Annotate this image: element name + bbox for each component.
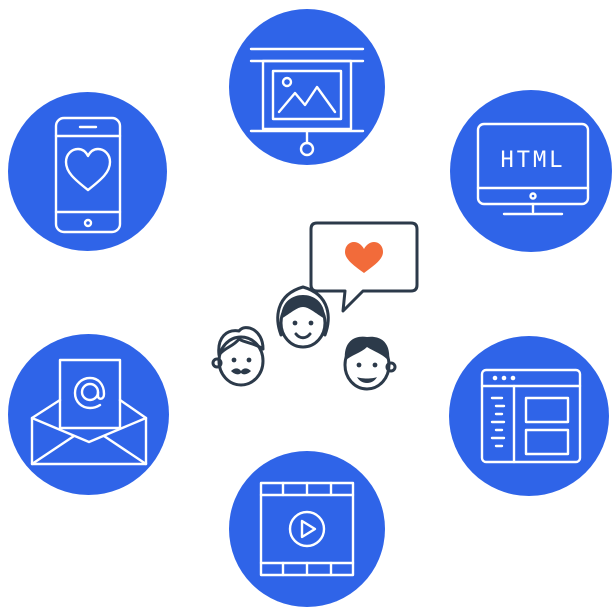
email-at-icon: [30, 358, 148, 466]
people-chat-icon: [211, 221, 419, 391]
video-circle: [229, 451, 385, 607]
browser-circle: [449, 336, 609, 496]
heart-icon: [345, 242, 383, 273]
presentation-circle: [229, 9, 385, 165]
html-monitor-icon: HTML: [476, 122, 590, 216]
person-right-avatar: [343, 336, 397, 391]
monitor-circle: HTML: [450, 90, 612, 252]
person-left-avatar: [211, 326, 265, 387]
phone-circle: [8, 92, 167, 251]
email-circle: [8, 334, 169, 495]
video-play-icon: [259, 481, 355, 577]
presentation-icon: [249, 47, 365, 157]
monitor-html-label: HTML: [501, 148, 566, 173]
phone-heart-icon: [54, 116, 122, 234]
browser-window-icon: [480, 368, 582, 464]
people-chat-illustration: [205, 215, 425, 395]
person-center-avatar: [276, 285, 330, 349]
